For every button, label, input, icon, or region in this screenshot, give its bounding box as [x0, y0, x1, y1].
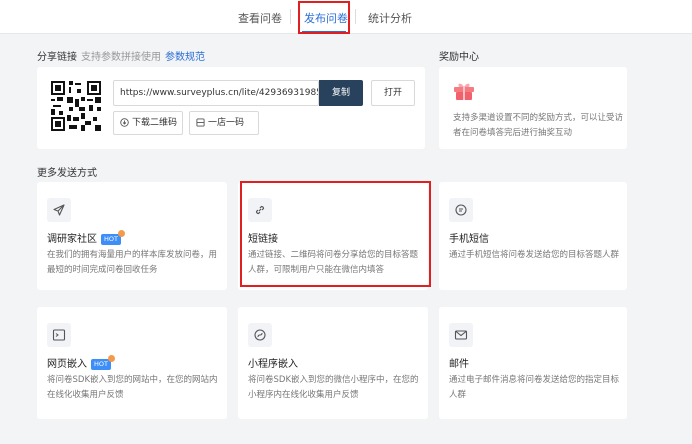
sms-icon	[455, 204, 467, 216]
download-qr-button[interactable]: 下载二维码	[113, 111, 183, 135]
download-qr-label: 下载二维码	[132, 118, 178, 128]
copy-button[interactable]: 复制	[319, 80, 363, 106]
share-link-card: https://www.surveyplus.cn/lite/429369319…	[37, 67, 425, 149]
one-store-code-button[interactable]: 一店一码	[189, 111, 259, 135]
send-icon	[53, 204, 65, 216]
qr-code	[51, 81, 101, 131]
method-card-miniprogram[interactable]: 小程序嵌入 将问卷SDK嵌入到您的微信小程序中，在您的小程序内在线化收集用户反馈	[238, 307, 428, 419]
method-description: 通过手机短信将问卷发送给您的目标答题人群	[449, 250, 620, 260]
method-title: 网页嵌入 HOT	[47, 355, 115, 370]
tab-statistics[interactable]: 统计分析	[368, 10, 412, 26]
mail-icon-box	[449, 323, 473, 347]
method-description: 将问卷SDK嵌入到您的微信小程序中，在您的小程序内在线化收集用户反馈	[248, 375, 419, 400]
tab-highlight-box	[298, 1, 350, 34]
method-title: 调研家社区 HOT	[47, 230, 125, 245]
miniprogram-icon-box	[248, 323, 272, 347]
share-url-field[interactable]: https://www.surveyplus.cn/lite/429369319…	[113, 80, 319, 106]
method-card-sms[interactable]: 手机短信 通过手机短信将问卷发送给您的目标答题人群	[439, 182, 627, 290]
method-title: 邮件	[449, 359, 469, 370]
tab-divider	[290, 9, 291, 24]
hot-badge: HOT	[101, 230, 125, 245]
store-code-icon	[196, 118, 205, 127]
param-spec-link[interactable]: 参数规范	[165, 52, 205, 63]
miniprogram-icon	[254, 329, 266, 341]
more-methods-title: 更多发送方式	[37, 168, 97, 179]
reward-card[interactable]: 支持多渠道设置不同的奖励方式，可以让受访者在问卷填答完后进行抽奖互动	[439, 67, 627, 149]
reward-section-title: 奖励中心	[439, 52, 479, 63]
method-description: 将问卷SDK嵌入到您的网站中，在您的网站内在线化收集用户反馈	[47, 375, 218, 400]
method-card-community[interactable]: 调研家社区 HOT 在我们的拥有海量用户的样本库发放问卷，用最短的时间完成问卷回收…	[37, 182, 227, 290]
download-icon	[120, 118, 129, 127]
send-icon-box	[47, 198, 71, 222]
hot-badge-text: HOT	[104, 235, 118, 243]
badge-dot	[117, 230, 125, 237]
open-button[interactable]: 打开	[371, 80, 415, 106]
method-description: 在我们的拥有海量用户的样本库发放问卷，用最短的时间完成问卷回收任务	[47, 250, 218, 275]
gift-icon	[454, 83, 474, 100]
terminal-icon-box	[47, 323, 71, 347]
method-title: 小程序嵌入	[248, 359, 298, 370]
share-section-title: 分享链接 支持参数拼接使用 参数规范	[37, 48, 205, 63]
badge-dot	[107, 355, 115, 362]
mail-icon	[454, 330, 468, 340]
reward-description: 支持多渠道设置不同的奖励方式，可以让受访者在问卷填答完后进行抽奖互动	[453, 113, 624, 138]
method-title-text: 网页嵌入	[47, 359, 87, 370]
method-card-email[interactable]: 邮件 通过电子邮件消息将问卷发送给您的指定目标人群	[439, 307, 627, 419]
method-title-text: 调研家社区	[47, 234, 97, 245]
share-title: 分享链接	[37, 52, 77, 63]
share-note: 支持参数拼接使用	[81, 52, 161, 63]
terminal-icon	[52, 329, 66, 341]
method-title: 手机短信	[449, 234, 489, 245]
tab-divider	[355, 9, 356, 24]
card-highlight-box	[240, 181, 431, 287]
one-store-code-label: 一店一码	[208, 118, 245, 128]
sms-icon-box	[449, 198, 473, 222]
hot-badge: HOT	[91, 355, 115, 370]
method-card-web-embed[interactable]: 网页嵌入 HOT 将问卷SDK嵌入到您的网站中，在您的网站内在线化收集用户反馈	[37, 307, 227, 419]
tab-view-survey[interactable]: 查看问卷	[238, 10, 282, 26]
method-description: 通过电子邮件消息将问卷发送给您的指定目标人群	[449, 375, 620, 400]
hot-badge-text: HOT	[94, 360, 108, 368]
